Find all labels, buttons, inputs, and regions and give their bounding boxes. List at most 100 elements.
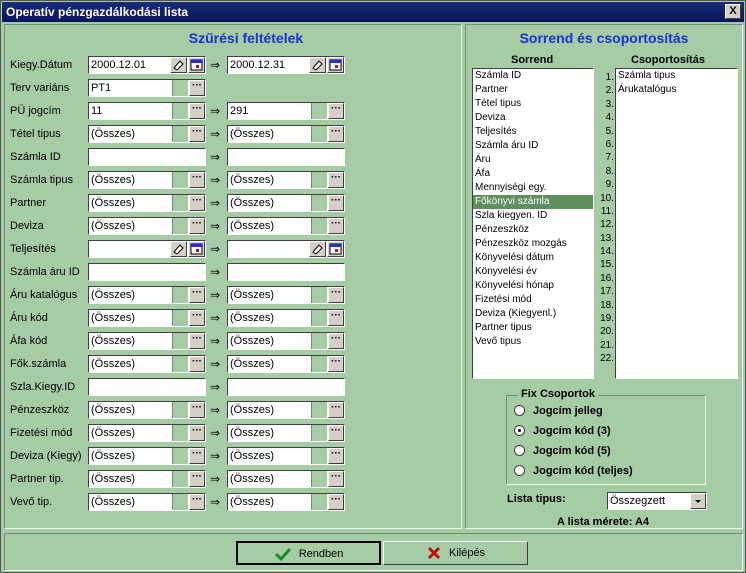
filter-to-field[interactable]: (Összes) ···: [227, 309, 345, 327]
filter-from-field[interactable]: 11 ···: [88, 102, 206, 120]
list-type-select[interactable]: Összegzett: [607, 492, 707, 510]
combo-button[interactable]: [311, 356, 327, 372]
combo-button[interactable]: [311, 218, 327, 234]
ellipsis-button[interactable]: ···: [189, 402, 205, 418]
ellipsis-button[interactable]: ···: [328, 218, 344, 234]
sort-list-item[interactable]: Deviza (Kiegyenl.): [473, 307, 593, 321]
combo-button[interactable]: [172, 310, 188, 326]
filter-from-field[interactable]: [88, 240, 206, 258]
combo-button[interactable]: [172, 172, 188, 188]
filter-to-field[interactable]: [227, 240, 345, 258]
filter-from-field[interactable]: PT1 ···: [88, 79, 206, 97]
fix-group-radio[interactable]: Jogcím kód (3): [514, 424, 611, 437]
sort-list-item[interactable]: Pénzeszköz: [473, 223, 593, 237]
filter-from-field[interactable]: (Összes) ···: [88, 401, 206, 419]
combo-button[interactable]: [311, 195, 327, 211]
filter-to-field[interactable]: [227, 148, 345, 166]
filter-from-field[interactable]: (Összes) ···: [88, 171, 206, 189]
combo-button[interactable]: [311, 471, 327, 487]
cancel-button[interactable]: Kilépés: [383, 541, 528, 565]
filter-to-field[interactable]: 2000.12.31: [227, 56, 345, 74]
filter-from-field[interactable]: (Összes) ···: [88, 447, 206, 465]
fix-group-radio[interactable]: Jogcím kód (5): [514, 444, 611, 457]
ellipsis-button[interactable]: ···: [328, 103, 344, 119]
combo-button[interactable]: [311, 287, 327, 303]
radio-icon[interactable]: [514, 464, 525, 476]
ellipsis-button[interactable]: ···: [328, 494, 344, 510]
fix-group-radio[interactable]: Jogcím jelleg: [514, 404, 603, 417]
calendar-button[interactable]: [327, 57, 344, 73]
eraser-button[interactable]: [170, 241, 187, 257]
ellipsis-button[interactable]: ···: [189, 80, 205, 96]
close-button[interactable]: X: [725, 4, 741, 19]
filter-to-field[interactable]: (Összes) ···: [227, 194, 345, 212]
combo-button[interactable]: [172, 402, 188, 418]
combo-button[interactable]: [172, 448, 188, 464]
sort-list-item[interactable]: Fizetési mód: [473, 293, 593, 307]
combo-button[interactable]: [311, 310, 327, 326]
ellipsis-button[interactable]: ···: [189, 172, 205, 188]
filter-from-field[interactable]: [88, 378, 206, 396]
combo-button[interactable]: [311, 402, 327, 418]
filter-from-field[interactable]: (Összes) ···: [88, 309, 206, 327]
ellipsis-button[interactable]: ···: [328, 402, 344, 418]
sort-list-item[interactable]: Teljesítés: [473, 125, 593, 139]
sort-list-item[interactable]: Deviza: [473, 111, 593, 125]
radio-icon[interactable]: [514, 444, 525, 456]
ellipsis-button[interactable]: ···: [328, 172, 344, 188]
ellipsis-button[interactable]: ···: [189, 448, 205, 464]
sort-list-item[interactable]: Tétel tipus: [473, 97, 593, 111]
calendar-button[interactable]: [327, 241, 344, 257]
ellipsis-button[interactable]: ···: [189, 333, 205, 349]
radio-icon[interactable]: [514, 424, 525, 436]
filter-to-field[interactable]: (Összes) ···: [227, 332, 345, 350]
filter-to-field[interactable]: (Összes) ···: [227, 355, 345, 373]
eraser-button[interactable]: [170, 57, 187, 73]
filter-from-field[interactable]: (Összes) ···: [88, 217, 206, 235]
filter-from-field[interactable]: (Összes) ···: [88, 470, 206, 488]
filter-to-field[interactable]: (Összes) ···: [227, 424, 345, 442]
ellipsis-button[interactable]: ···: [328, 425, 344, 441]
combo-button[interactable]: [311, 126, 327, 142]
ellipsis-button[interactable]: ···: [189, 310, 205, 326]
sort-list-item[interactable]: Pénzeszköz mozgás: [473, 237, 593, 251]
combo-button[interactable]: [311, 103, 327, 119]
filter-from-field[interactable]: (Összes) ···: [88, 194, 206, 212]
ellipsis-button[interactable]: ···: [328, 287, 344, 303]
filter-to-field[interactable]: [227, 263, 345, 281]
filter-to-field[interactable]: 291 ···: [227, 102, 345, 120]
combo-button[interactable]: [311, 172, 327, 188]
combo-button[interactable]: [172, 333, 188, 349]
sort-list-item[interactable]: Könyvelési év: [473, 265, 593, 279]
sort-list-item[interactable]: Könyvelési hónap: [473, 279, 593, 293]
combo-button[interactable]: [172, 287, 188, 303]
filter-to-field[interactable]: (Összes) ···: [227, 447, 345, 465]
ellipsis-button[interactable]: ···: [328, 126, 344, 142]
filter-to-field[interactable]: (Összes) ···: [227, 401, 345, 419]
sort-list[interactable]: Számla ID Partner Tétel tipus Deviza Teljesí…: [472, 68, 594, 379]
sort-list-item[interactable]: Számla áru ID: [473, 139, 593, 153]
ellipsis-button[interactable]: ···: [328, 310, 344, 326]
calendar-button[interactable]: [188, 57, 205, 73]
filter-from-field[interactable]: 2000.12.01: [88, 56, 206, 74]
sort-list-item[interactable]: Szla kiegyen. ID: [473, 209, 593, 223]
filter-from-field[interactable]: (Összes) ···: [88, 355, 206, 373]
combo-button[interactable]: [172, 126, 188, 142]
filter-to-field[interactable]: (Összes) ···: [227, 171, 345, 189]
filter-from-field[interactable]: [88, 263, 206, 281]
filter-to-field[interactable]: [227, 378, 345, 396]
calendar-button[interactable]: [188, 241, 205, 257]
eraser-button[interactable]: [309, 241, 326, 257]
sort-list-item[interactable]: Mennyiségi egy.: [473, 181, 593, 195]
filter-from-field[interactable]: (Összes) ···: [88, 332, 206, 350]
ok-button[interactable]: Rendben: [236, 541, 381, 565]
ellipsis-button[interactable]: ···: [189, 287, 205, 303]
sort-list-item[interactable]: Számla ID: [473, 69, 593, 83]
filter-to-field[interactable]: (Összes) ···: [227, 286, 345, 304]
ellipsis-button[interactable]: ···: [189, 126, 205, 142]
group-list-item[interactable]: Árukatalógus: [616, 83, 737, 97]
ellipsis-button[interactable]: ···: [328, 195, 344, 211]
list-type-dropdown-button[interactable]: [690, 493, 706, 509]
sort-list-item[interactable]: Vevő tipus: [473, 335, 593, 349]
combo-button[interactable]: [172, 80, 188, 96]
